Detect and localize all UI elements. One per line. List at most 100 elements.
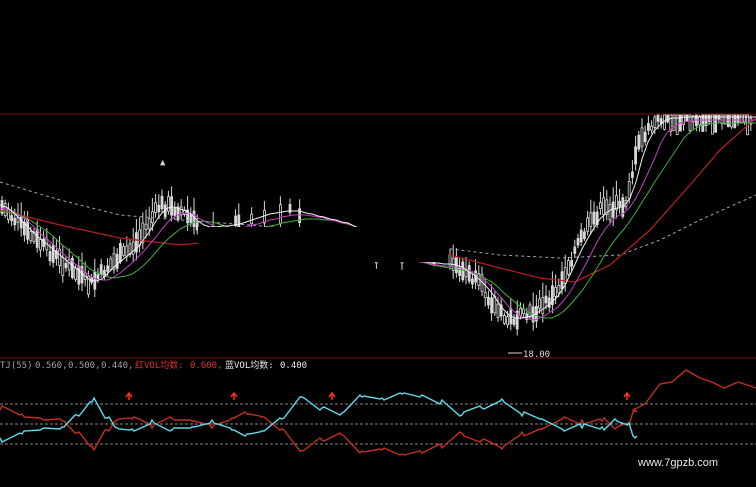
candle-body <box>13 217 17 226</box>
candle-body <box>743 114 746 123</box>
svg-text:TJ(55) 0.560, 0.50: TJ(55) 0.560, 0.500, 0.440, 红VOL均数: 0.60… <box>0 359 307 371</box>
candle-body <box>10 215 14 222</box>
candle-body <box>519 308 522 316</box>
level-2-value: 0.500, <box>68 361 101 371</box>
candle-body <box>544 295 548 304</box>
candle-body <box>157 204 161 213</box>
candle-body <box>138 229 142 246</box>
candle-body <box>637 134 641 150</box>
red-vol-label: 红VOL均数: <box>135 359 184 371</box>
chart-overlay-blank <box>198 227 448 262</box>
candle-body <box>643 131 647 143</box>
candle-body <box>656 114 660 122</box>
candle-body <box>470 278 474 285</box>
candle-body <box>512 318 516 325</box>
candle-body <box>278 204 282 224</box>
candle-body <box>61 257 65 276</box>
indicator-name: TJ(55) <box>0 361 33 371</box>
candle-body <box>672 114 676 132</box>
candle-body <box>106 265 109 272</box>
level-3-value: 0.440, <box>101 361 134 371</box>
candle-body <box>554 286 557 297</box>
candle-body <box>547 297 551 308</box>
candle-body <box>570 260 573 267</box>
candle-body <box>122 246 125 256</box>
candle-body <box>195 221 199 231</box>
candle-body <box>74 267 77 280</box>
candle-body <box>486 296 490 306</box>
candle-body <box>653 116 657 128</box>
candle-body <box>77 265 81 285</box>
candle-body <box>608 203 612 221</box>
candle-body <box>618 200 621 207</box>
candle-body <box>19 216 23 229</box>
candle-body <box>640 127 644 147</box>
candle-body <box>502 315 506 324</box>
candle-body <box>538 298 541 309</box>
candle-body <box>483 291 487 299</box>
small-triangle-icon: ▲ <box>160 158 166 168</box>
candle-body <box>627 181 631 199</box>
candle-body <box>647 123 650 131</box>
candle-body <box>714 114 717 133</box>
candle-body <box>170 196 174 216</box>
candle-body <box>67 259 71 271</box>
candle-body <box>506 316 510 326</box>
candle-body <box>583 231 586 240</box>
candle-body <box>51 244 55 263</box>
candle-body <box>586 217 589 232</box>
candle-body <box>26 219 30 240</box>
level-1-value: 0.560, <box>35 361 68 371</box>
candle-body <box>631 171 634 178</box>
candle-body <box>557 285 561 294</box>
candle-body <box>29 231 33 242</box>
candle-body <box>634 146 637 165</box>
candle-body <box>496 303 500 319</box>
watermark: www.7gpzb.com <box>637 457 718 469</box>
candle-body <box>189 214 193 223</box>
candle-body <box>3 203 7 217</box>
candle-body <box>125 245 129 257</box>
candle-body <box>490 297 494 314</box>
candle-body <box>611 201 615 218</box>
candle-body <box>589 212 593 227</box>
candle-body <box>109 258 113 270</box>
candle-body <box>131 241 135 255</box>
candle-body <box>166 196 170 212</box>
candle-body <box>99 264 103 275</box>
candle-body <box>736 114 740 124</box>
candle-body <box>42 238 45 247</box>
candle-body <box>576 238 580 246</box>
candle-body <box>599 202 602 209</box>
candle-body <box>711 114 714 135</box>
candle-body <box>707 114 711 123</box>
candle-body <box>154 202 158 213</box>
candle-body <box>567 260 570 275</box>
candle-body <box>250 213 254 224</box>
candle-body <box>262 210 266 224</box>
candle-body <box>602 197 605 215</box>
candle-body <box>579 229 583 243</box>
candle-body <box>192 210 196 228</box>
candle-body <box>573 246 577 254</box>
blue-vol-value: 0.400 <box>280 361 307 371</box>
candle-body <box>461 261 465 281</box>
candle-body <box>144 223 148 230</box>
candle-body <box>64 262 68 269</box>
candle-body <box>720 114 724 125</box>
candle-body <box>592 211 596 225</box>
candle-body <box>147 218 151 230</box>
candle-body <box>682 114 685 125</box>
candle-body <box>39 239 42 251</box>
candle-body <box>458 267 462 276</box>
candle-body <box>666 114 669 123</box>
candle-body <box>119 243 122 262</box>
indicator-header: TJ(55) 0.560, 0.500, 0.440, 红VOL均数: 0.60… <box>0 359 307 371</box>
candle-body <box>685 114 689 122</box>
stock-chart[interactable]: 18.00 ▲ TJ(55) 0.560, 0.500, 0.440, 红VOL… <box>0 0 756 487</box>
candle-body <box>96 274 100 280</box>
candle-body <box>650 125 653 131</box>
candle-body <box>115 253 119 269</box>
candle-body <box>541 297 545 315</box>
candle-body <box>467 265 471 282</box>
